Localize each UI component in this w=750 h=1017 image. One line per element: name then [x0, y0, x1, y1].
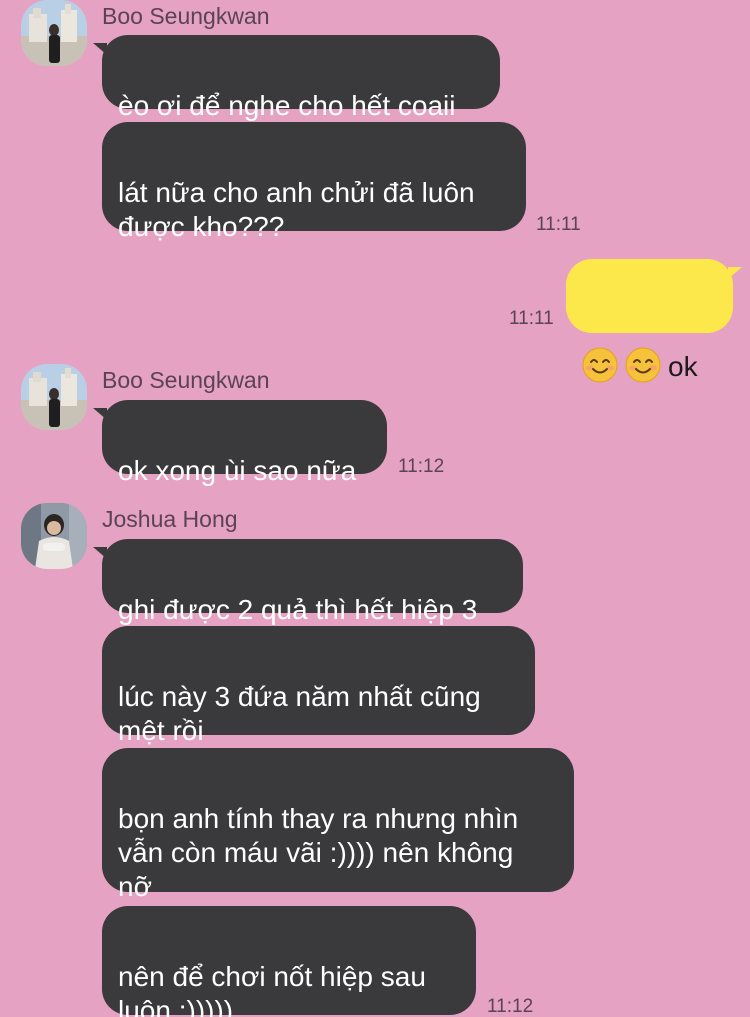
message-text: nên để chơi nốt hiệp sau luôn :))))): [118, 961, 426, 1017]
message-text: ghi được 2 quả thì hết hiệp 3: [118, 594, 478, 625]
sender-name: Boo Seungkwan: [102, 367, 270, 393]
message-timestamp: 11:11: [536, 214, 581, 235]
my-message-bubble[interactable]: ok: [566, 259, 742, 383]
message-text: ok: [668, 351, 698, 382]
chat-message-list[interactable]: Boo Seungkwan èo ơi để nghe cho hết coai…: [0, 0, 750, 1017]
message-bubble[interactable]: ok xong ùi sao nữa: [93, 400, 387, 486]
sender-avatar[interactable]: [21, 364, 87, 430]
sender-avatar[interactable]: [21, 0, 87, 66]
message-bubble[interactable]: bọn anh tính thay ra nhưng nhìn vẫn còn …: [102, 748, 574, 902]
message-text: bọn anh tính thay ra nhưng nhìn vẫn còn …: [118, 803, 519, 902]
message-bubble[interactable]: lát nữa cho anh chửi đã luôn được kho???: [102, 122, 526, 242]
message-bubble[interactable]: nên để chơi nốt hiệp sau luôn :))))): [102, 906, 476, 1017]
message-bubble[interactable]: ghi được 2 quả thì hết hiệp 3: [93, 539, 523, 625]
message-text: èo ơi để nghe cho hết coaii: [118, 90, 456, 121]
message-bubble[interactable]: lúc này 3 đứa năm nhất cũng mệt rồi: [102, 626, 535, 746]
smiling-face-icon: [582, 313, 618, 383]
sender-name: Joshua Hong: [102, 506, 238, 532]
message-text: lúc này 3 đứa năm nhất cũng mệt rồi: [118, 681, 481, 746]
message-timestamp: 11:12: [487, 996, 534, 1017]
message-timestamp: 11:12: [398, 456, 445, 477]
message-text: ok xong ùi sao nữa: [118, 455, 357, 486]
message-bubble[interactable]: èo ơi để nghe cho hết coaii: [93, 35, 500, 121]
message-timestamp: 11:11: [509, 308, 554, 329]
message-text: lát nữa cho anh chửi đã luôn được kho???: [118, 177, 475, 242]
smiling-face-icon: [625, 313, 661, 383]
sender-name: Boo Seungkwan: [102, 3, 270, 29]
sender-avatar[interactable]: [21, 503, 87, 569]
